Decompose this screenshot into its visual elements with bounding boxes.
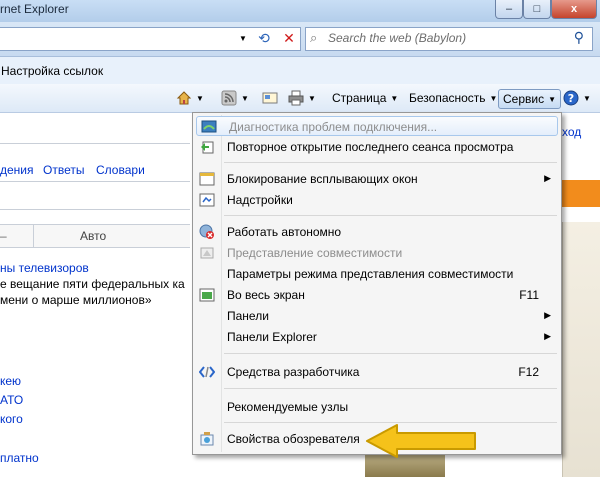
page-menu[interactable]: Страница ▼	[332, 89, 398, 107]
chevron-down-icon: ▼	[489, 93, 498, 103]
stop-icon[interactable]: ✕	[279, 28, 299, 48]
news-text: мени о марше миллионов»	[0, 293, 152, 307]
menu-item-label: Блокирование всплывающих окон	[227, 172, 418, 186]
chevron-down-icon: ▼	[548, 94, 557, 104]
menu-item-label: Диагностика проблем подключения...	[229, 120, 438, 134]
page-menu-label: Страница	[332, 91, 387, 105]
menu-item-shortcut: F12	[518, 365, 539, 379]
submenu-arrow-icon: ▶	[544, 310, 551, 320]
menu-item-label: Представление совместимости	[227, 246, 403, 260]
read-mail-button[interactable]	[262, 89, 278, 107]
menu-item-toolbars[interactable]: Панели ▶	[195, 306, 559, 326]
search-icon[interactable]: ⚲	[574, 29, 584, 46]
menu-item-explorer-bars[interactable]: Панели Explorer ▶	[195, 327, 559, 347]
home-icon	[176, 91, 192, 105]
menu-item-label: Повторное открытие последнего сеанса про…	[227, 140, 514, 154]
service-dropdown-menu: Диагностика проблем подключения... Повто…	[192, 112, 562, 455]
menu-item-fullscreen[interactable]: Во весь экран F11	[195, 285, 559, 305]
menu-item-compatibility-view[interactable]: Представление совместимости	[195, 243, 559, 263]
menu-item-label: Во весь экран	[227, 288, 305, 302]
popup-blocker-icon	[199, 171, 215, 187]
nav-link-news[interactable]: дения	[0, 163, 34, 177]
service-menu-label: Сервис	[503, 92, 545, 106]
help-icon: ?	[563, 90, 579, 106]
menu-item-compatibility-settings[interactable]: Параметры режима представления совместим…	[195, 264, 559, 284]
printer-icon	[288, 90, 304, 106]
orange-block	[561, 180, 600, 207]
menu-item-diagnose[interactable]: Диагностика проблем подключения...	[196, 116, 558, 136]
table-header: – Авто	[0, 224, 190, 248]
offline-icon	[199, 224, 215, 240]
chevron-down-icon[interactable]: ▼	[241, 94, 249, 103]
title-bar: rnet Explorer – □ x	[0, 0, 600, 22]
chevron-down-icon[interactable]: ▼	[196, 94, 204, 103]
callout-arrow-icon	[366, 424, 476, 458]
home-button[interactable]: ▼	[176, 89, 204, 107]
minimize-button[interactable]: –	[495, 0, 523, 19]
exit-link[interactable]: ход	[562, 125, 581, 139]
menu-item-label: Надстройки	[227, 193, 293, 207]
service-menu[interactable]: Сервис ▼	[498, 89, 562, 109]
address-row: ▼ ⟲ ✕ ⌕ ⚲	[0, 22, 600, 57]
security-menu[interactable]: Безопасность ▼	[409, 89, 497, 107]
news-text: е вещание пяти федеральных ка	[0, 277, 185, 291]
menu-item-label: Средства разработчика	[227, 365, 360, 379]
submenu-arrow-icon: ▶	[544, 331, 551, 341]
search-engine-icon[interactable]: ⌕	[310, 30, 317, 46]
submenu-arrow-icon: ▶	[544, 173, 551, 183]
menu-item-popup-blocker[interactable]: Блокирование всплывающих окон ▶	[195, 169, 559, 189]
menu-item-label: Рекомендуемые узлы	[227, 400, 349, 414]
search-box: ⌕ ⚲	[305, 27, 593, 51]
internet-options-icon	[199, 431, 215, 447]
nav-link-answers[interactable]: Ответы	[43, 163, 84, 177]
help-button[interactable]: ? ▼	[563, 89, 591, 107]
menu-item-work-offline[interactable]: Работать автономно	[195, 222, 559, 242]
feeds-button[interactable]: ▼	[221, 89, 249, 107]
side-image	[562, 222, 600, 477]
menu-item-addons[interactable]: Надстройки	[195, 190, 559, 210]
svg-text:?: ?	[568, 92, 574, 105]
menu-item-label: Панели Explorer	[227, 330, 317, 344]
security-menu-label: Безопасность	[409, 91, 486, 105]
menu-item-label: Панели	[227, 309, 269, 323]
rss-icon	[221, 90, 237, 106]
chevron-down-icon[interactable]: ▼	[583, 94, 591, 103]
dropdown-icon[interactable]: ▼	[233, 28, 253, 48]
reopen-session-icon	[199, 139, 215, 155]
menu-item-shortcut: F11	[519, 288, 539, 302]
mail-icon	[262, 92, 278, 104]
menu-item-suggested-sites[interactable]: Рекомендуемые узлы	[195, 397, 559, 417]
fullscreen-icon	[199, 287, 215, 303]
close-button[interactable]: x	[551, 0, 597, 19]
print-button[interactable]: ▼	[288, 89, 316, 107]
tab-row: Настройка ссылок	[0, 57, 600, 84]
search-input[interactable]	[328, 30, 558, 46]
content-link[interactable]: АТО	[0, 393, 23, 407]
menu-item-reopen-session[interactable]: Повторное открытие последнего сеанса про…	[195, 137, 559, 157]
menu-item-label: Работать автономно	[227, 225, 342, 239]
addons-icon	[199, 192, 215, 208]
window-title: rnet Explorer	[0, 2, 69, 16]
refresh-icon[interactable]: ⟲	[254, 28, 274, 48]
content-link[interactable]: кого	[0, 412, 23, 426]
developer-tools-icon	[199, 364, 215, 380]
news-link[interactable]: ны телевизоров	[0, 261, 89, 275]
nav-link-dictionaries[interactable]: Словари	[96, 163, 145, 177]
table-col-auto[interactable]: Авто	[80, 229, 106, 243]
tab-title[interactable]: Настройка ссылок	[1, 64, 103, 78]
maximize-button[interactable]: □	[523, 0, 551, 19]
command-bar: ▼ ▼ ▼ Страница ▼ Безопасность ▼ Сервис ▼ ? …	[0, 84, 600, 113]
network-diagnose-icon	[201, 119, 217, 135]
chevron-down-icon[interactable]: ▼	[308, 94, 316, 103]
compatibility-icon	[199, 245, 215, 261]
content-link[interactable]: кею	[0, 374, 21, 388]
chevron-down-icon: ▼	[390, 93, 399, 103]
menu-item-label: Свойства обозревателя	[227, 432, 360, 446]
menu-item-developer-tools[interactable]: Средства разработчика F12	[195, 362, 559, 382]
content-link[interactable]: платно	[0, 451, 39, 465]
menu-item-label: Параметры режима представления совместим…	[227, 267, 514, 281]
